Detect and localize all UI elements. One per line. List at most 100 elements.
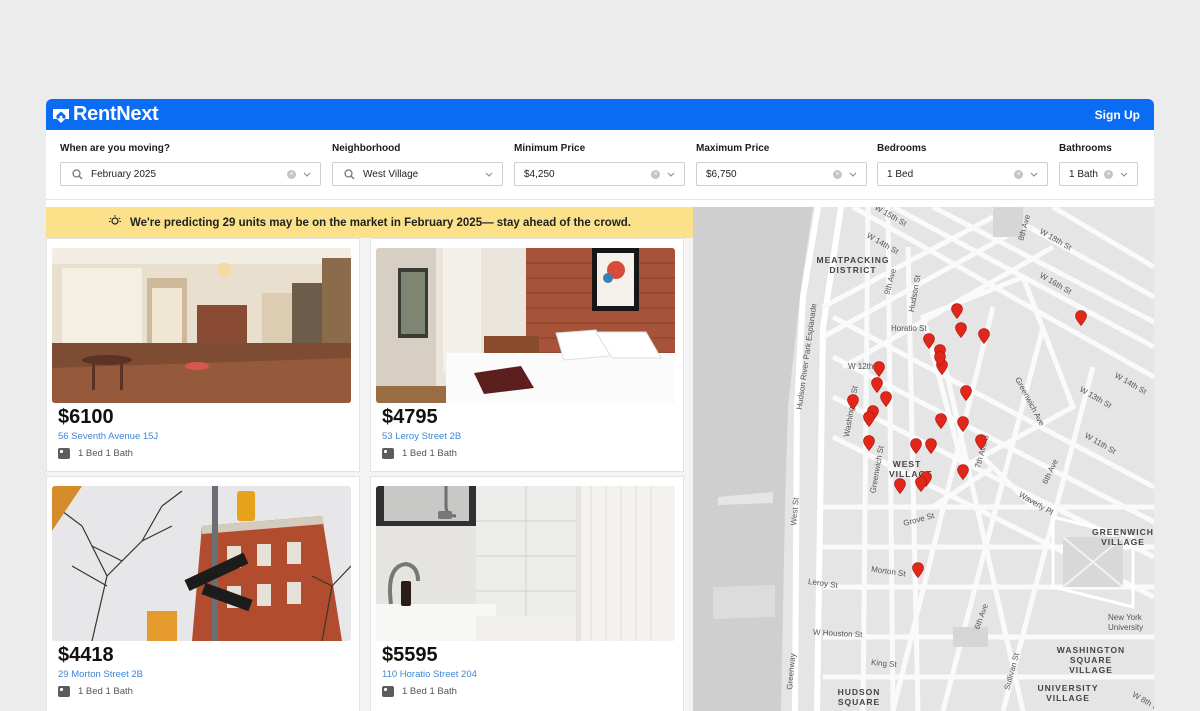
bed-icon bbox=[382, 686, 394, 697]
listing-address[interactable]: 110 Horatio Street 204 bbox=[382, 669, 477, 680]
bed-icon bbox=[382, 448, 394, 459]
search-icon bbox=[342, 168, 356, 180]
map-label-text: WASHINGTON SQUARE VILLAGE bbox=[1056, 645, 1126, 675]
listing-details-text: 1 Bed 1 Bath bbox=[402, 686, 457, 697]
filter-label: When are you moving? bbox=[60, 143, 171, 154]
map-pin-icon[interactable] bbox=[863, 435, 875, 451]
filter-bedrooms: Bedrooms 1 Bed × bbox=[877, 143, 1048, 186]
top-bar: RentNext Sign Up bbox=[46, 99, 1154, 130]
filter-max-price: Maximum Price $6,750 × bbox=[696, 143, 867, 186]
map-pin-icon[interactable] bbox=[957, 416, 969, 432]
filter-label: Bedrooms bbox=[877, 143, 927, 154]
map-pin-icon[interactable] bbox=[975, 434, 987, 450]
listing-address[interactable]: 29 Morton Street 2B bbox=[58, 669, 143, 680]
brand-name: RentNext bbox=[73, 103, 159, 125]
map-label: WASHINGTON SQUARE VILLAGE bbox=[1053, 645, 1129, 675]
listing-photo-lobby[interactable] bbox=[52, 248, 351, 403]
map-pin-icon[interactable] bbox=[847, 394, 859, 410]
map-pin-icon[interactable] bbox=[880, 391, 892, 407]
move-date-value: February 2025 bbox=[91, 168, 157, 180]
bed-icon bbox=[58, 686, 70, 697]
listing-card[interactable]: $6100 56 Seventh Avenue 15J 1 Bed 1 Bath bbox=[46, 238, 360, 472]
listing-address[interactable]: 53 Leroy Street 2B bbox=[382, 431, 461, 442]
map-pin-icon[interactable] bbox=[1075, 310, 1087, 326]
listing-photo-bedroom[interactable] bbox=[376, 248, 675, 403]
map-label: New York University bbox=[1108, 613, 1144, 632]
map-pin-icon[interactable] bbox=[910, 438, 922, 454]
map-pin-icon[interactable] bbox=[960, 385, 972, 401]
max-price-select[interactable]: $6,750 × bbox=[696, 162, 867, 186]
map-label-text: GREENWICH VILLAGE bbox=[1092, 527, 1154, 547]
listing-card[interactable]: $4795 53 Leroy Street 2B 1 Bed 1 Bath bbox=[370, 238, 684, 472]
map-label: GREENWICH VILLAGE bbox=[1088, 527, 1154, 547]
listing-price: $4418 bbox=[58, 644, 114, 666]
listing-details: 1 Bed 1 Bath bbox=[58, 448, 133, 459]
filter-bar: When are you moving? February 2025 × Nei… bbox=[46, 130, 1154, 200]
map-pin-icon[interactable] bbox=[978, 328, 990, 344]
app-window: RentNext Sign Up When are you moving? Fe… bbox=[46, 99, 1154, 711]
listing-details-text: 1 Bed 1 Bath bbox=[402, 448, 457, 459]
filter-label: Bathrooms bbox=[1059, 143, 1112, 154]
map-pin-icon[interactable] bbox=[955, 322, 967, 338]
map-label: MEATPACKING DISTRICT bbox=[815, 255, 891, 275]
clear-icon[interactable]: × bbox=[833, 169, 842, 179]
map-pin-icon[interactable] bbox=[915, 476, 927, 492]
listing-price: $4795 bbox=[382, 406, 438, 428]
clear-icon[interactable]: × bbox=[1014, 169, 1023, 179]
chevron-down-icon bbox=[1117, 172, 1131, 177]
house-icon bbox=[52, 106, 70, 124]
listing-address[interactable]: 56 Seventh Avenue 15J bbox=[58, 431, 158, 442]
map-pin-icon[interactable] bbox=[935, 413, 947, 429]
listing-details: 1 Bed 1 Bath bbox=[382, 448, 457, 459]
move-date-select[interactable]: February 2025 × bbox=[60, 162, 321, 186]
clear-icon[interactable]: × bbox=[651, 169, 660, 179]
max-price-value: $6,750 bbox=[706, 168, 737, 180]
filter-move-date: When are you moving? February 2025 × bbox=[60, 143, 321, 186]
map-pin-icon[interactable] bbox=[923, 333, 935, 349]
brand-logo[interactable]: RentNext bbox=[52, 103, 159, 126]
map-label-text: MEATPACKING DISTRICT bbox=[816, 255, 890, 275]
sign-up-button[interactable]: Sign Up bbox=[1095, 108, 1140, 122]
listing-card[interactable]: $5595 110 Horatio Street 204 1 Bed 1 Bat… bbox=[370, 476, 684, 711]
filter-bathrooms: Bathrooms 1 Bath × bbox=[1059, 143, 1138, 186]
bedrooms-value: 1 Bed bbox=[887, 168, 914, 180]
filter-neighborhood: Neighborhood West Village bbox=[332, 143, 503, 186]
banner-text: We're predicting 29 units may be on the … bbox=[129, 216, 631, 229]
map-pin-icon[interactable] bbox=[925, 438, 937, 454]
prediction-banner: We're predicting 29 units may be on the … bbox=[46, 207, 693, 238]
map-pin-icon[interactable] bbox=[863, 411, 875, 427]
listing-details-text: 1 Bed 1 Bath bbox=[78, 686, 133, 697]
bed-icon bbox=[58, 448, 70, 459]
filter-label: Minimum Price bbox=[514, 143, 586, 154]
min-price-select[interactable]: $4,250 × bbox=[514, 162, 685, 186]
filter-label: Maximum Price bbox=[696, 143, 770, 154]
map-label: HUDSON SQUARE bbox=[831, 687, 887, 707]
listings-map[interactable]: W 15th St W 14th St W 18th St W 16th St … bbox=[693, 207, 1154, 711]
listing-photo-bathroom[interactable] bbox=[376, 486, 675, 641]
map-pin-icon[interactable] bbox=[912, 562, 924, 578]
listing-details: 1 Bed 1 Bath bbox=[382, 686, 457, 697]
map-pin-icon[interactable] bbox=[894, 478, 906, 494]
neighborhood-select[interactable]: West Village bbox=[332, 162, 503, 186]
map-label-text: UNIVERSITY VILLAGE bbox=[1037, 683, 1099, 703]
filter-min-price: Minimum Price $4,250 × bbox=[514, 143, 685, 186]
map-pin-icon[interactable] bbox=[951, 303, 963, 319]
listing-card[interactable]: $4418 29 Morton Street 2B 1 Bed 1 Bath bbox=[46, 476, 360, 711]
bedrooms-select[interactable]: 1 Bed × bbox=[877, 162, 1048, 186]
clear-icon[interactable]: × bbox=[1104, 169, 1113, 179]
map-label: Horatio St bbox=[891, 324, 927, 333]
chevron-down-icon bbox=[300, 172, 314, 177]
neighborhood-value: West Village bbox=[363, 168, 419, 180]
chevron-down-icon bbox=[664, 172, 678, 177]
bathrooms-select[interactable]: 1 Bath × bbox=[1059, 162, 1138, 186]
listing-grid: $6100 56 Seventh Avenue 15J 1 Bed 1 Bath bbox=[46, 238, 693, 711]
map-pin-icon[interactable] bbox=[873, 361, 885, 377]
chevron-down-icon bbox=[846, 172, 860, 177]
map-pin-icon[interactable] bbox=[957, 464, 969, 480]
clear-icon[interactable]: × bbox=[287, 169, 296, 179]
listing-details-text: 1 Bed 1 Bath bbox=[78, 448, 133, 459]
map-pin-icon[interactable] bbox=[934, 351, 946, 367]
listing-price: $5595 bbox=[382, 644, 438, 666]
listing-details: 1 Bed 1 Bath bbox=[58, 686, 133, 697]
listing-photo-street[interactable] bbox=[52, 486, 351, 641]
